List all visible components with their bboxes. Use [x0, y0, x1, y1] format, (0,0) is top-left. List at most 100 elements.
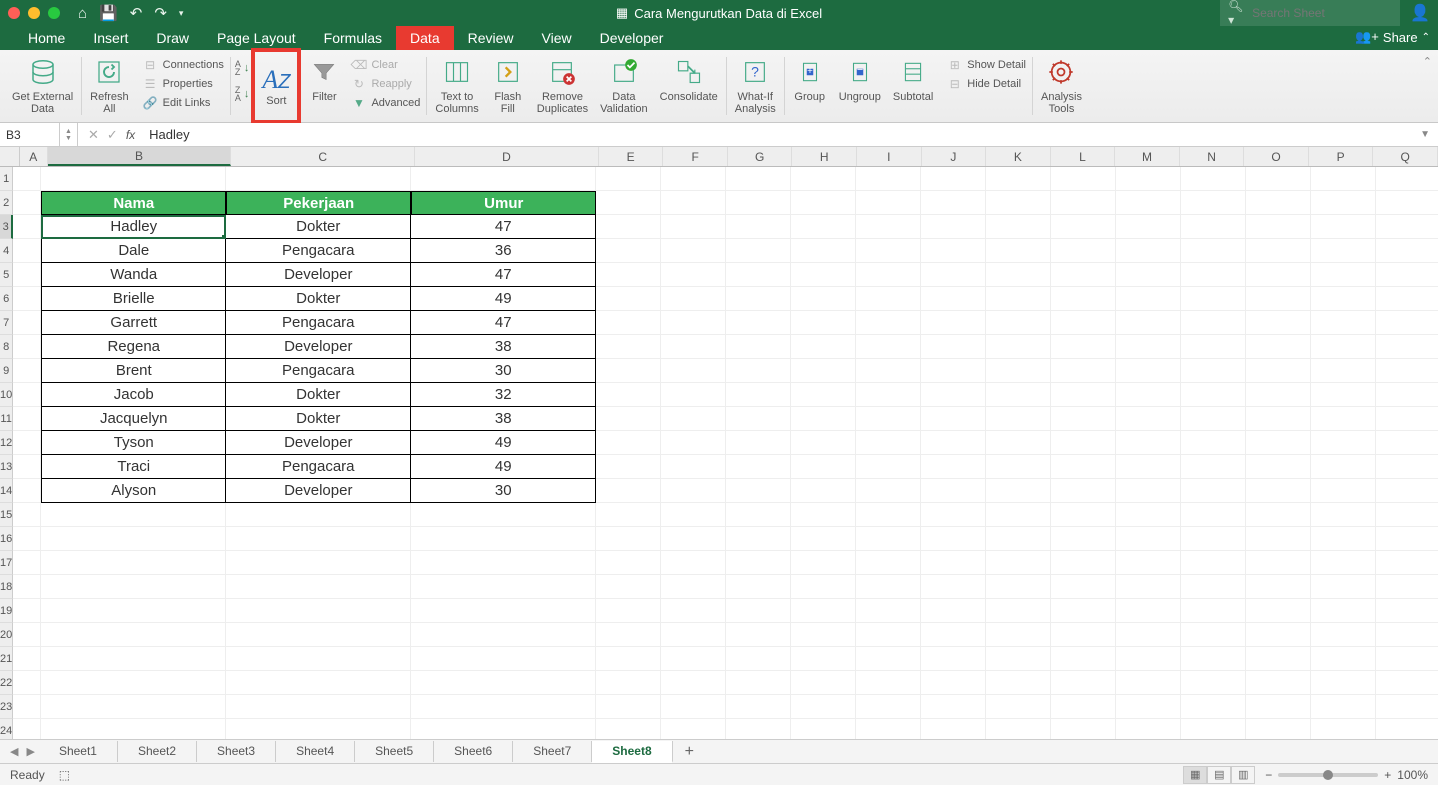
- cell-A10[interactable]: [13, 383, 41, 407]
- cell-A1[interactable]: [13, 167, 41, 191]
- cell-G22[interactable]: [726, 671, 791, 695]
- cell-F21[interactable]: [661, 647, 726, 671]
- cell-N23[interactable]: [1181, 695, 1246, 719]
- cell-P20[interactable]: [1311, 623, 1376, 647]
- cell-B20[interactable]: [41, 623, 226, 647]
- text-to-columns-button[interactable]: Text to Columns: [429, 55, 484, 119]
- row-header-4[interactable]: 4: [0, 239, 13, 263]
- cell-G5[interactable]: [726, 263, 791, 287]
- cell-A22[interactable]: [13, 671, 41, 695]
- cell-H21[interactable]: [791, 647, 856, 671]
- cell-N4[interactable]: [1181, 239, 1246, 263]
- cell-J21[interactable]: [921, 647, 986, 671]
- cell-J15[interactable]: [921, 503, 986, 527]
- sheet-tab-sheet6[interactable]: Sheet6: [434, 741, 513, 762]
- cell-C12[interactable]: Developer: [226, 431, 411, 455]
- cell-J13[interactable]: [921, 455, 986, 479]
- sheet-tab-sheet2[interactable]: Sheet2: [118, 741, 197, 762]
- cell-B7[interactable]: Garrett: [41, 311, 226, 335]
- sort-button[interactable]: AZ Sort: [256, 65, 296, 107]
- cell-O22[interactable]: [1246, 671, 1311, 695]
- row-header-7[interactable]: 7: [0, 311, 13, 335]
- cell-N6[interactable]: [1181, 287, 1246, 311]
- cell-G14[interactable]: [726, 479, 791, 503]
- cell-Q5[interactable]: [1376, 263, 1438, 287]
- cell-D17[interactable]: [411, 551, 596, 575]
- cell-P18[interactable]: [1311, 575, 1376, 599]
- row-header-20[interactable]: 20: [0, 623, 13, 647]
- cell-C15[interactable]: [226, 503, 411, 527]
- sheet-tab-sheet5[interactable]: Sheet5: [355, 741, 434, 762]
- cell-C18[interactable]: [226, 575, 411, 599]
- cell-C14[interactable]: Developer: [226, 479, 411, 503]
- cell-F15[interactable]: [661, 503, 726, 527]
- page-layout-view-button[interactable]: ▤: [1207, 766, 1231, 784]
- cell-P16[interactable]: [1311, 527, 1376, 551]
- cell-J4[interactable]: [921, 239, 986, 263]
- row-header-9[interactable]: 9: [0, 359, 13, 383]
- cell-B16[interactable]: [41, 527, 226, 551]
- cell-E16[interactable]: [596, 527, 661, 551]
- cell-K8[interactable]: [986, 335, 1051, 359]
- column-header-K[interactable]: K: [986, 147, 1051, 166]
- cell-E4[interactable]: [596, 239, 661, 263]
- cell-Q19[interactable]: [1376, 599, 1438, 623]
- cell-Q8[interactable]: [1376, 335, 1438, 359]
- tab-draw[interactable]: Draw: [142, 26, 203, 50]
- refresh-all-button[interactable]: Refresh All: [84, 55, 135, 119]
- cell-M8[interactable]: [1116, 335, 1181, 359]
- cell-L21[interactable]: [1051, 647, 1116, 671]
- cell-O8[interactable]: [1246, 335, 1311, 359]
- cell-E21[interactable]: [596, 647, 661, 671]
- cell-A13[interactable]: [13, 455, 41, 479]
- cell-H12[interactable]: [791, 431, 856, 455]
- cell-M19[interactable]: [1116, 599, 1181, 623]
- cell-O7[interactable]: [1246, 311, 1311, 335]
- cell-G2[interactable]: [726, 191, 791, 215]
- cell-H15[interactable]: [791, 503, 856, 527]
- cell-B18[interactable]: [41, 575, 226, 599]
- cell-E5[interactable]: [596, 263, 661, 287]
- row-header-19[interactable]: 19: [0, 599, 13, 623]
- cell-F2[interactable]: [661, 191, 726, 215]
- cell-F22[interactable]: [661, 671, 726, 695]
- cell-F16[interactable]: [661, 527, 726, 551]
- name-box-spinner[interactable]: ▲▼: [60, 123, 78, 146]
- cell-M14[interactable]: [1116, 479, 1181, 503]
- cell-M16[interactable]: [1116, 527, 1181, 551]
- cell-H20[interactable]: [791, 623, 856, 647]
- cell-L17[interactable]: [1051, 551, 1116, 575]
- cell-G9[interactable]: [726, 359, 791, 383]
- cell-N17[interactable]: [1181, 551, 1246, 575]
- cell-L10[interactable]: [1051, 383, 1116, 407]
- cell-J20[interactable]: [921, 623, 986, 647]
- cell-L3[interactable]: [1051, 215, 1116, 239]
- cell-E6[interactable]: [596, 287, 661, 311]
- cell-P1[interactable]: [1311, 167, 1376, 191]
- cell-E19[interactable]: [596, 599, 661, 623]
- cell-Q13[interactable]: [1376, 455, 1438, 479]
- redo-icon[interactable]: ↷: [154, 4, 167, 22]
- cell-Q24[interactable]: [1376, 719, 1438, 739]
- cell-O18[interactable]: [1246, 575, 1311, 599]
- cell-I2[interactable]: [856, 191, 921, 215]
- tab-developer[interactable]: Developer: [586, 26, 678, 50]
- cell-N18[interactable]: [1181, 575, 1246, 599]
- cancel-formula-icon[interactable]: ✕: [88, 127, 99, 143]
- cell-F23[interactable]: [661, 695, 726, 719]
- cell-Q12[interactable]: [1376, 431, 1438, 455]
- cell-P9[interactable]: [1311, 359, 1376, 383]
- cell-I6[interactable]: [856, 287, 921, 311]
- cell-M5[interactable]: [1116, 263, 1181, 287]
- cell-O23[interactable]: [1246, 695, 1311, 719]
- cell-M3[interactable]: [1116, 215, 1181, 239]
- cell-N3[interactable]: [1181, 215, 1246, 239]
- cell-F13[interactable]: [661, 455, 726, 479]
- cell-Q9[interactable]: [1376, 359, 1438, 383]
- cell-F12[interactable]: [661, 431, 726, 455]
- cell-J23[interactable]: [921, 695, 986, 719]
- cell-H13[interactable]: [791, 455, 856, 479]
- cell-I5[interactable]: [856, 263, 921, 287]
- cell-K1[interactable]: [986, 167, 1051, 191]
- cell-B23[interactable]: [41, 695, 226, 719]
